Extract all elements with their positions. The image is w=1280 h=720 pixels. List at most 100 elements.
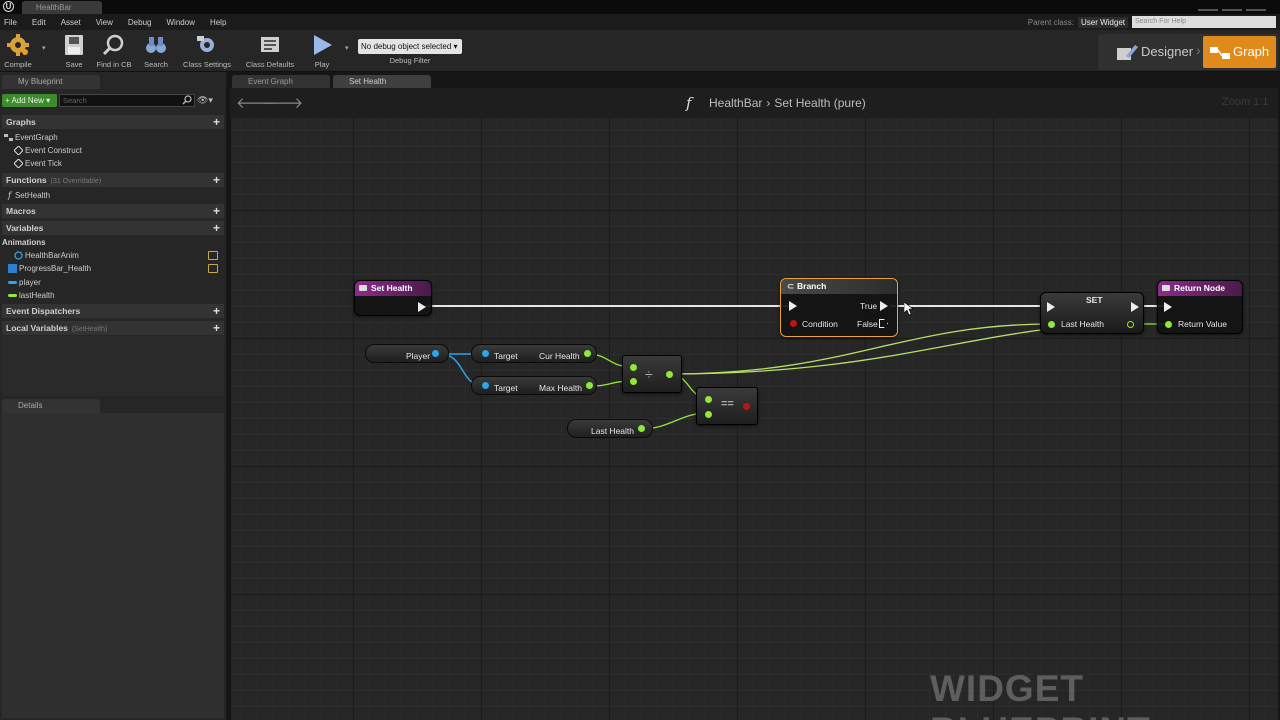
var-item-lasthealth[interactable]: lastHealth [2,289,224,302]
section-functions[interactable]: Functions (31 Overridable) + [2,173,224,187]
player-variable-node[interactable]: Player [365,344,449,363]
float-in-pin-icon[interactable] [705,396,712,403]
target-in-pin-icon[interactable] [482,350,489,357]
pin-label-last-health: Last Health [1061,319,1104,329]
forward-arrow-icon[interactable]: 🡒 [263,93,303,112]
menu-asset[interactable]: Asset [61,18,81,27]
entry-node-set-health[interactable]: Set Health [354,280,432,316]
float-out-pin-icon[interactable] [586,382,593,389]
graph-item-eventgraph[interactable]: EventGraph [2,131,224,144]
menu-help[interactable]: Help [210,18,226,27]
zoom-level: Zoom 1:1 [1222,96,1269,108]
var-item-progressbar-health[interactable]: ProgressBar_Health [2,262,224,275]
help-search-input[interactable]: Search For Help [1132,16,1276,28]
return-node[interactable]: Return Node Return Value [1157,280,1243,334]
node-title: Branch [797,281,827,291]
function-item-sethealth[interactable]: f SetHealth [2,189,224,202]
get-cur-health-node[interactable]: Target Cur Health [471,344,597,363]
menu-file[interactable]: File [4,18,17,27]
anim-item-healthbaranim[interactable]: HealthBarAnim [2,249,224,262]
debug-object-select[interactable]: No debug object selected ▾ [358,39,462,54]
variable-label: Last Health [591,426,634,436]
float-in-pin-icon[interactable] [630,364,637,371]
section-variables[interactable]: Variables + [2,221,224,235]
menu-view[interactable]: View [96,18,113,27]
my-blueprint-tab[interactable]: My Blueprint [2,75,100,89]
play-dropdown-icon[interactable]: ▾ [345,44,349,52]
exec-out-pin-icon[interactable] [418,302,426,312]
add-graph-icon[interactable]: + [213,115,220,129]
visibility-toggle-icon[interactable] [208,251,218,260]
branch-node[interactable]: ⊂ Branch True Condition False [780,278,898,337]
pin-label-cur-health: Cur Health [539,351,580,361]
breadcrumb-parent[interactable]: HealthBar [709,96,762,110]
float-out-pin-icon[interactable] [666,371,673,378]
window-controls[interactable] [1194,1,1274,12]
maximize-icon[interactable] [1222,1,1242,11]
document-tab[interactable]: HealthBar [22,1,102,14]
tab-set-health[interactable]: Set Health [333,75,431,88]
menu-debug[interactable]: Debug [128,18,152,27]
compile-button[interactable]: Compile [2,30,34,72]
watermark: WIDGET BLUEPRINT [930,668,1150,720]
bool-out-pin-icon[interactable] [743,403,750,410]
menu-window[interactable]: Window [166,18,194,27]
add-local-variable-icon[interactable]: + [213,321,220,335]
class-settings-button[interactable]: Class Settings [180,30,234,72]
set-variable-node[interactable]: SET Last Health [1040,292,1144,334]
compile-dropdown-icon[interactable]: ▾ [42,44,46,52]
float-in-pin-icon[interactable] [1165,321,1172,328]
minimize-icon[interactable] [1198,1,1218,11]
section-event-dispatchers[interactable]: Event Dispatchers + [2,304,224,318]
equal-float-node[interactable]: == [696,387,758,425]
float-in-pin-icon[interactable] [1048,321,1055,328]
exec-in-pin-icon[interactable] [1164,302,1172,312]
eye-icon[interactable]: 👁▾ [197,95,217,105]
save-button[interactable]: Save [60,30,88,72]
exec-in-pin-icon[interactable] [1047,302,1055,312]
visibility-toggle-icon[interactable] [208,264,218,273]
find-in-cb-button[interactable]: Find in CB [94,30,134,72]
add-function-icon[interactable]: + [213,173,220,187]
float-out-pin-icon[interactable] [638,425,645,432]
tab-event-graph[interactable]: Event Graph [232,75,330,88]
menu-edit[interactable]: Edit [32,18,46,27]
details-tab[interactable]: Details [2,399,100,413]
float-out-pin-icon[interactable] [1127,321,1134,328]
class-defaults-button[interactable]: Class Defaults [242,30,298,72]
search-button[interactable]: Search [140,30,172,72]
float-out-pin-icon[interactable] [584,350,591,357]
get-max-health-node[interactable]: Target Max Health [471,376,597,395]
add-dispatcher-icon[interactable]: + [213,304,220,318]
divide-float-node[interactable]: ÷ [622,355,682,393]
var-item-player[interactable]: player [2,276,224,289]
graph-item-event-construct[interactable]: Event Construct [2,144,224,157]
add-macro-icon[interactable]: + [213,204,220,218]
section-local-variables[interactable]: Local Variables (SetHealth) + [2,321,224,335]
search-label: Search [144,60,168,69]
object-out-pin-icon[interactable] [432,350,439,357]
designer-pen-icon [1117,44,1138,60]
condition-pin-icon[interactable] [790,320,797,327]
last-health-variable-node[interactable]: Last Health [567,419,653,438]
exec-true-pin-icon[interactable] [880,301,888,311]
parent-class-value[interactable]: User Widget [1077,16,1128,28]
exec-false-pin-icon[interactable] [879,319,888,328]
graph-mode-button[interactable]: Graph [1203,36,1276,68]
add-variable-icon[interactable]: + [213,221,220,235]
section-animations[interactable]: Animations [2,236,224,249]
target-in-pin-icon[interactable] [482,382,489,389]
float-in-pin-icon[interactable] [630,378,637,385]
graph-item-event-tick[interactable]: Event Tick [2,157,224,170]
close-icon[interactable] [1246,1,1266,11]
float-in-pin-icon[interactable] [705,411,712,418]
designer-mode-button[interactable]: Designer [1104,36,1196,68]
section-graphs[interactable]: Graphs + [2,115,224,129]
section-macros[interactable]: Macros + [2,204,224,218]
add-new-button[interactable]: + Add New ▾ [2,94,57,107]
play-button[interactable]: Play [306,30,338,72]
exec-in-pin-icon[interactable] [789,301,797,311]
blueprint-search-input[interactable]: Search [59,94,195,107]
node-header: Set Health [355,281,431,296]
exec-out-pin-icon[interactable] [1131,302,1139,312]
